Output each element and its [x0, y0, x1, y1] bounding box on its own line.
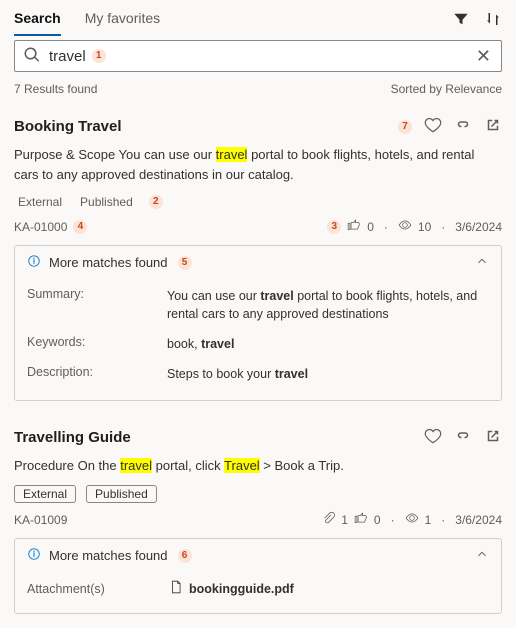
- like-icon[interactable]: [347, 218, 361, 235]
- tag-external: External: [14, 485, 76, 503]
- keywords-label: Keywords:: [27, 335, 167, 353]
- sort-label: Sorted by Relevance: [391, 82, 502, 96]
- tag-published: Published: [86, 485, 157, 503]
- open-external-icon[interactable]: [484, 427, 502, 448]
- tab-search[interactable]: Search: [14, 4, 61, 36]
- result-tags: External Published 2: [14, 188, 502, 212]
- favorite-icon[interactable]: [424, 427, 442, 448]
- result-snippet: Procedure On the travel portal, click Tr…: [14, 448, 502, 480]
- expander-header[interactable]: More matches found 5: [15, 246, 501, 279]
- info-icon: [27, 254, 41, 271]
- result-stats: 3 0 10 3/6/2024: [325, 218, 502, 235]
- file-icon: [169, 580, 183, 597]
- attachment-icon[interactable]: [321, 511, 335, 528]
- clear-search-icon[interactable]: ✕: [474, 46, 493, 67]
- search-value: travel: [49, 48, 86, 65]
- copy-link-icon[interactable]: [454, 116, 472, 137]
- attachment-file[interactable]: bookingguide.pdf: [169, 580, 294, 597]
- more-matches-expander: More matches found 5 Summary: You can us…: [14, 245, 502, 401]
- keywords-value: book, travel: [167, 335, 234, 353]
- result-stats: 1 0 1 3/6/2024: [321, 511, 502, 528]
- views-icon: [405, 511, 419, 528]
- result-snippet: Purpose & Scope You can use our travel p…: [14, 137, 502, 188]
- result-title[interactable]: Travelling Guide: [14, 429, 131, 446]
- annotation-badge: 1: [92, 49, 106, 63]
- result-item: Booking Travel 7 Purpose & Scope You can…: [0, 104, 516, 415]
- description-label: Description:: [27, 365, 167, 383]
- tag-published: Published: [76, 194, 137, 210]
- attachments-label: Attachment(s): [27, 582, 157, 596]
- expander-header[interactable]: More matches found 6: [15, 539, 501, 572]
- chevron-up-icon: [475, 254, 489, 271]
- annotation-badge: 3: [327, 220, 341, 234]
- open-external-icon[interactable]: [484, 116, 502, 137]
- results-count: 7 Results found: [14, 82, 97, 96]
- search-icon: [23, 46, 49, 67]
- annotation-badge: 2: [149, 195, 163, 209]
- result-date: 3/6/2024: [455, 513, 502, 527]
- annotation-badge: 6: [178, 549, 192, 563]
- result-tags: External Published: [14, 479, 502, 505]
- summary-value: You can use our travel portal to book fl…: [167, 287, 489, 323]
- favorite-icon[interactable]: [424, 116, 442, 137]
- result-date: 3/6/2024: [455, 220, 502, 234]
- annotation-badge: 5: [178, 256, 192, 270]
- result-id: KA-01000: [14, 220, 67, 234]
- info-icon: [27, 547, 41, 564]
- summary-label: Summary:: [27, 287, 167, 323]
- copy-link-icon[interactable]: [454, 427, 472, 448]
- filter-icon[interactable]: [452, 10, 470, 31]
- sort-icon[interactable]: [484, 10, 502, 31]
- result-id: KA-01009: [14, 513, 67, 527]
- tag-external: External: [14, 194, 66, 210]
- result-item: Travelling Guide Procedure On the travel…: [0, 415, 516, 628]
- chevron-up-icon: [475, 547, 489, 564]
- annotation-badge: 7: [398, 120, 412, 134]
- annotation-badge: 4: [73, 220, 87, 234]
- like-icon[interactable]: [354, 511, 368, 528]
- more-matches-expander: More matches found 6 Attachment(s) booki…: [14, 538, 502, 614]
- search-input[interactable]: travel 1 ✕: [14, 40, 502, 72]
- tab-favorites[interactable]: My favorites: [85, 4, 160, 36]
- result-title[interactable]: Booking Travel: [14, 118, 122, 135]
- description-value: Steps to book your travel: [167, 365, 308, 383]
- views-icon: [398, 218, 412, 235]
- tabs: Search My favorites: [14, 4, 160, 36]
